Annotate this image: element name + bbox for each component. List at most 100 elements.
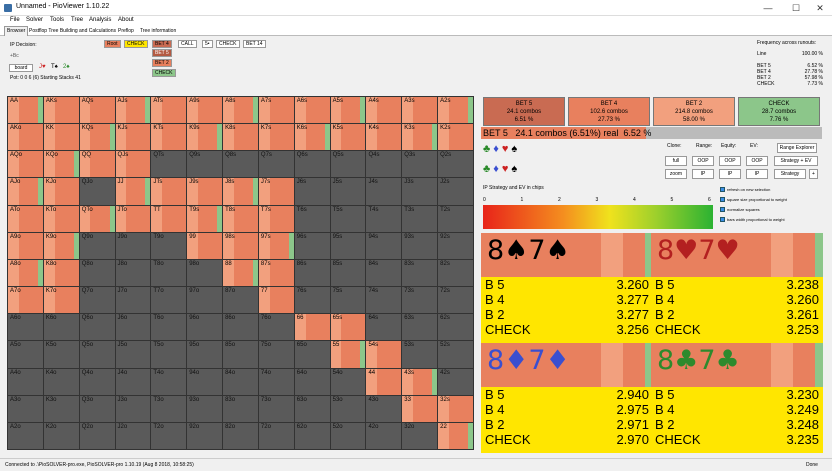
menu-tools[interactable]: Tools bbox=[50, 17, 64, 23]
range-cell[interactable]: J8o bbox=[114, 258, 152, 288]
range-cell[interactable]: A6o bbox=[7, 313, 44, 342]
range-cell[interactable]: A8s bbox=[222, 96, 259, 125]
range-cell[interactable]: A5o bbox=[7, 340, 44, 369]
range-oop-button[interactable]: OOP bbox=[692, 156, 714, 166]
range-cell[interactable]: 65s bbox=[329, 313, 367, 342]
range-cell[interactable]: 32s bbox=[437, 394, 474, 423]
range-cell[interactable]: A9s bbox=[186, 96, 224, 125]
range-cell[interactable]: Q4s bbox=[365, 150, 403, 179]
range-cell[interactable]: A3o bbox=[7, 394, 44, 423]
range-cell[interactable]: J6o bbox=[114, 313, 152, 342]
range-cell[interactable]: ATo bbox=[7, 204, 44, 233]
range-cell[interactable]: 83s bbox=[401, 258, 439, 288]
range-cell[interactable]: K5o bbox=[42, 340, 80, 369]
hand-card[interactable]: 8♠7♠ B 5 3.260 B 4 3.277 B 2 3.277 CHECK 3.256 bbox=[481, 233, 653, 343]
range-cell[interactable]: A4s bbox=[365, 96, 403, 125]
tab-postflop[interactable]: Postflop Tree Building and Calculations bbox=[29, 28, 116, 34]
action-bet2[interactable]: BET 2 bbox=[152, 59, 172, 67]
range-cell[interactable]: Q2o bbox=[78, 421, 116, 450]
range-cell[interactable]: 73s bbox=[401, 286, 439, 315]
range-cell[interactable]: 62s bbox=[437, 313, 474, 342]
range-cell[interactable]: 43s bbox=[401, 367, 439, 396]
range-cell[interactable]: A8o bbox=[7, 258, 44, 288]
range-cell[interactable]: QQ bbox=[78, 150, 116, 179]
range-cell[interactable]: A3s bbox=[401, 96, 439, 125]
range-cell[interactable]: AJo bbox=[7, 177, 44, 206]
strategy-button[interactable]: Strategy bbox=[774, 169, 806, 179]
range-cell[interactable]: Q9o bbox=[78, 231, 116, 260]
menu-tree[interactable]: Tree bbox=[71, 17, 83, 23]
range-cell[interactable]: Q5o bbox=[78, 340, 116, 369]
range-cell[interactable]: 84o bbox=[222, 367, 259, 396]
range-explorer-button[interactable]: Range Explorer bbox=[777, 143, 817, 153]
minimize-button[interactable]: — bbox=[758, 2, 778, 14]
range-cell[interactable]: K8s bbox=[222, 123, 259, 152]
action-node[interactable]: 5• bbox=[202, 40, 213, 48]
range-cell[interactable]: 44 bbox=[365, 367, 403, 396]
range-cell[interactable]: J2o bbox=[114, 421, 152, 450]
range-cell[interactable]: Q6s bbox=[293, 150, 331, 179]
range-cell[interactable]: QJs bbox=[114, 150, 152, 179]
range-cell[interactable]: T3s bbox=[401, 204, 439, 233]
range-cell[interactable]: 92o bbox=[186, 421, 224, 450]
suit-filter-row-1[interactable]: ♣♦♥♠ bbox=[483, 143, 520, 155]
range-cell[interactable]: A4o bbox=[7, 367, 44, 396]
range-cell[interactable]: ATs bbox=[150, 96, 188, 125]
range-cell[interactable]: 32o bbox=[401, 421, 439, 450]
range-cell[interactable]: A5s bbox=[329, 96, 367, 125]
range-cell[interactable]: AKs bbox=[42, 96, 80, 125]
range-cell[interactable]: 87o bbox=[222, 286, 259, 315]
tab-preflop[interactable]: Preflop bbox=[118, 28, 134, 34]
range-cell[interactable]: T4o bbox=[150, 367, 188, 396]
range-cell[interactable]: J7o bbox=[114, 286, 152, 315]
range-cell[interactable]: KQo bbox=[42, 150, 80, 179]
range-cell[interactable]: 98s bbox=[222, 231, 259, 260]
range-cell[interactable]: 98o bbox=[186, 258, 224, 288]
heart-icon[interactable]: ♥ bbox=[502, 143, 512, 155]
range-cell[interactable]: K9o bbox=[42, 231, 80, 260]
range-cell[interactable]: JTs bbox=[150, 177, 188, 206]
range-cell[interactable]: A2s bbox=[437, 96, 474, 125]
range-cell[interactable]: T8o bbox=[150, 258, 188, 288]
plus-button[interactable]: + bbox=[809, 169, 818, 179]
ev-oop-button[interactable]: OOP bbox=[746, 156, 768, 166]
action-check-2[interactable]: CHECK bbox=[152, 69, 176, 77]
range-cell[interactable]: A7o bbox=[7, 286, 44, 315]
range-cell[interactable]: T5o bbox=[150, 340, 188, 369]
range-cell[interactable]: K2s bbox=[437, 123, 474, 152]
range-cell[interactable]: K8o bbox=[42, 258, 80, 288]
range-cell[interactable]: 53s bbox=[401, 340, 439, 369]
range-cell[interactable]: K6s bbox=[293, 123, 331, 152]
range-cell[interactable]: 54o bbox=[329, 367, 367, 396]
range-cell[interactable]: 88 bbox=[222, 258, 259, 288]
range-cell[interactable]: 74s bbox=[365, 286, 403, 315]
range-cell[interactable]: A9o bbox=[7, 231, 44, 260]
range-cell[interactable]: A2o bbox=[7, 421, 44, 450]
range-cell[interactable]: TT bbox=[150, 204, 188, 233]
range-cell[interactable]: T9s bbox=[186, 204, 224, 233]
range-cell[interactable]: 42s bbox=[437, 367, 474, 396]
range-cell[interactable]: 64s bbox=[365, 313, 403, 342]
range-cell[interactable]: 64o bbox=[293, 367, 331, 396]
range-cell[interactable]: 96s bbox=[293, 231, 331, 260]
range-cell[interactable]: 73o bbox=[257, 394, 295, 423]
range-cell[interactable]: KK bbox=[42, 123, 80, 152]
range-cell[interactable]: 87s bbox=[257, 258, 295, 288]
range-cell[interactable]: 43o bbox=[365, 394, 403, 423]
menu-solver[interactable]: Solver bbox=[26, 17, 43, 23]
range-cell[interactable]: JTo bbox=[114, 204, 152, 233]
range-cell[interactable]: K6o bbox=[42, 313, 80, 342]
range-cell[interactable]: K9s bbox=[186, 123, 224, 152]
range-cell[interactable]: J9s bbox=[186, 177, 224, 206]
range-cell[interactable]: 63o bbox=[293, 394, 331, 423]
range-cell[interactable]: 99 bbox=[186, 231, 224, 260]
range-cell[interactable]: A7s bbox=[257, 96, 295, 125]
close-button[interactable]: ✕ bbox=[810, 2, 830, 14]
club-icon[interactable]: ♣ bbox=[483, 163, 493, 175]
strategy-ev-button[interactable]: Strategy + EV bbox=[774, 156, 818, 166]
range-cell[interactable]: 52s bbox=[437, 340, 474, 369]
menu-analysis[interactable]: Analysis bbox=[89, 17, 111, 23]
range-cell[interactable]: T7o bbox=[150, 286, 188, 315]
range-cell[interactable]: 92s bbox=[437, 231, 474, 260]
board-button[interactable]: board bbox=[9, 64, 33, 72]
